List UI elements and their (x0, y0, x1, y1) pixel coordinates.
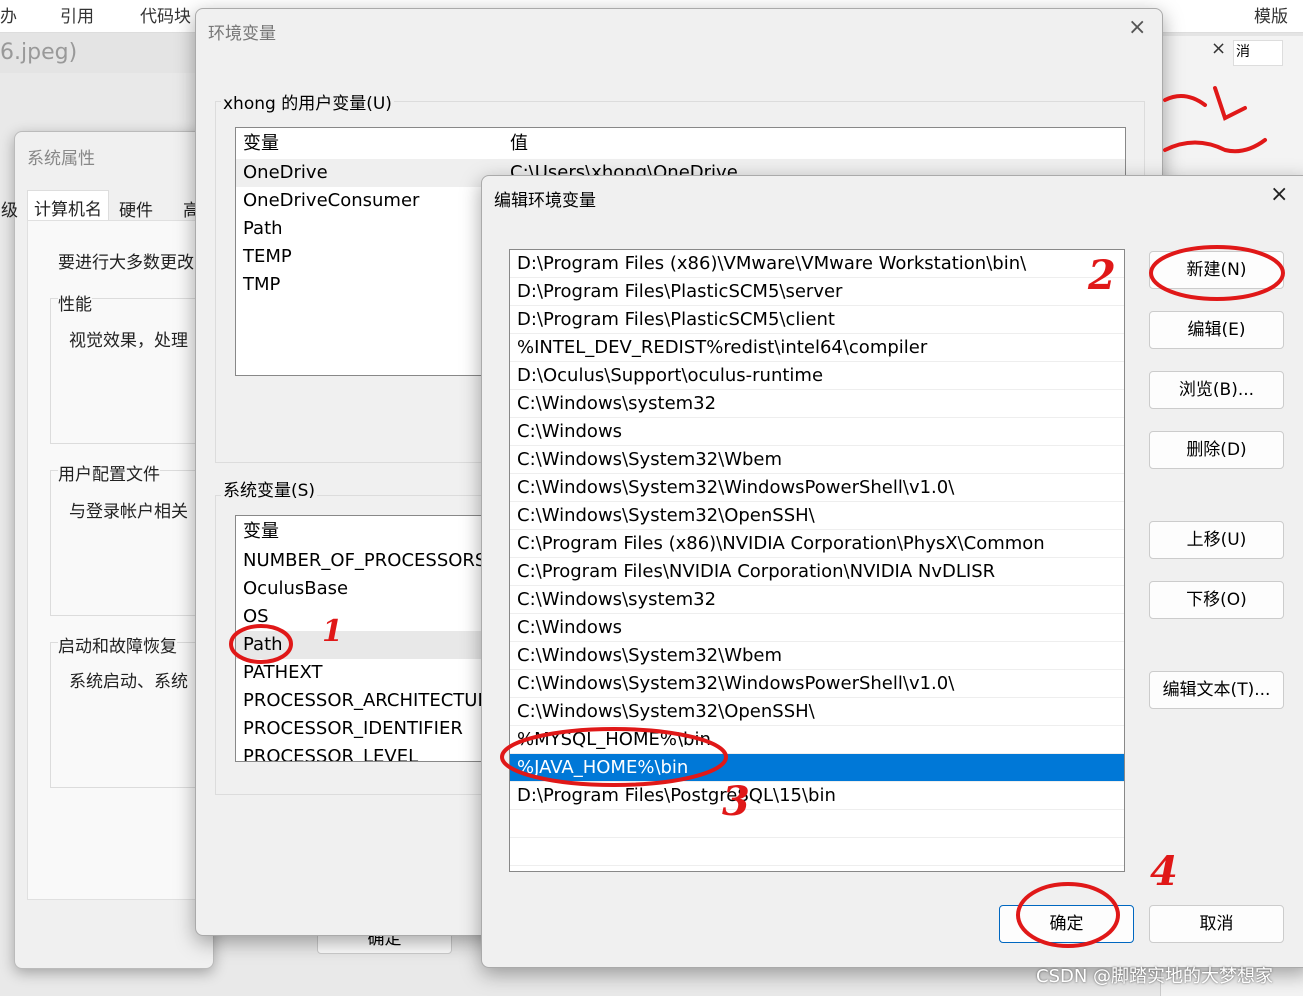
path-list[interactable]: D:\Program Files (x86)\VMware\VMware Wor… (509, 249, 1125, 872)
new-button[interactable]: 新建(N) (1149, 251, 1284, 289)
path-item[interactable]: D:\Program Files\PlasticSCM5\server (510, 278, 1124, 306)
browse-button[interactable]: 浏览(B)... (1149, 371, 1284, 409)
table-header: 变量值 (236, 128, 1125, 159)
performance-text: 视觉效果，处理 (69, 331, 188, 351)
path-item[interactable]: C:\Program Files\NVIDIA Corporation\NVID… (510, 558, 1124, 586)
path-item[interactable]: %INTEL_DEV_REDIST%redist\intel64\compile… (510, 334, 1124, 362)
profile-text: 与登录帐户相关 (69, 502, 188, 522)
dialog-title: 编辑环境变量 (494, 191, 596, 211)
edit-text-button[interactable]: 编辑文本(T)... (1149, 671, 1284, 709)
path-item[interactable]: C:\Windows (510, 614, 1124, 642)
menu-item-codeblock[interactable]: 代码块 (140, 2, 191, 27)
delete-button[interactable]: 删除(D) (1149, 431, 1284, 469)
var-name: TEMP (243, 246, 292, 267)
path-item[interactable]: C:\Windows\System32\Wbem (510, 446, 1124, 474)
path-item[interactable]: C:\Windows\system32 (510, 390, 1124, 418)
var-name: TMP (243, 274, 281, 295)
var-name: OneDriveConsumer (243, 190, 420, 211)
annotation-step-3: 3 (722, 778, 750, 825)
var-name: Path (243, 218, 283, 239)
system-vars-label: 系统变量(S) (221, 476, 318, 501)
path-item[interactable]: %MYSQL_HOME%\bin (510, 726, 1124, 754)
menu-item[interactable]: 办 (0, 2, 17, 27)
path-item[interactable]: C:\Windows\System32\OpenSSH\ (510, 502, 1124, 530)
performance-label: 性能 (58, 290, 92, 315)
column-header-variable[interactable]: 变量 (243, 128, 510, 159)
cancel-button[interactable]: 消 (1233, 40, 1283, 66)
path-item[interactable]: C:\Windows (510, 418, 1124, 446)
close-icon[interactable]: × (1211, 38, 1226, 59)
path-item-empty[interactable] (510, 810, 1124, 838)
path-item[interactable]: C:\Windows\System32\Wbem (510, 642, 1124, 670)
tab-hardware[interactable]: 硬件 (119, 196, 153, 221)
path-item[interactable]: C:\Windows\system32 (510, 586, 1124, 614)
intro-text: 要进行大多数更改 (58, 253, 194, 273)
path-item[interactable]: C:\Program Files (x86)\NVIDIA Corporatio… (510, 530, 1124, 558)
close-icon[interactable]: × (1270, 182, 1288, 207)
move-up-button[interactable]: 上移(U) (1149, 521, 1284, 559)
dialog-title: 系统属性 (27, 149, 95, 169)
column-header-value[interactable]: 值 (510, 128, 528, 159)
path-item[interactable]: D:\Program Files\PostgreSQL\15\bin (510, 782, 1124, 810)
edit-button[interactable]: 编辑(E) (1149, 311, 1284, 349)
annotation-step-1: 1 (322, 614, 343, 649)
startup-text: 系统启动、系统 (69, 672, 188, 692)
system-properties-dialog: 系统属性 级 计算机名 硬件 高 要进行大多数更改 性能 视觉效果，处理 用户配… (1, 131, 227, 969)
watermark: CSDN @脚踏实地的大梦想家 (1036, 966, 1274, 987)
tab-partial: 级 (1, 201, 18, 221)
startup-label: 启动和故障恢复 (58, 632, 177, 657)
path-item-empty[interactable] (510, 838, 1124, 866)
dialog-title: 环境变量 (208, 24, 276, 44)
close-icon[interactable]: × (1128, 15, 1146, 40)
annotation-step-2: 2 (1088, 252, 1116, 299)
annotation-step-4: 4 (1150, 848, 1178, 895)
profile-label: 用户配置文件 (58, 460, 160, 485)
var-name: OneDrive (243, 162, 328, 183)
file-name: 6.jpeg) (0, 40, 78, 65)
path-item-selected[interactable]: %JAVA_HOME%\bin (510, 754, 1124, 782)
path-item[interactable]: D:\Program Files (x86)\VMware\VMware Wor… (510, 250, 1124, 278)
menu-item-template[interactable]: 模版 (1254, 2, 1288, 27)
path-item[interactable]: C:\Windows\System32\WindowsPowerShell\v1… (510, 474, 1124, 502)
path-item[interactable]: D:\Oculus\Support\oculus-runtime (510, 362, 1124, 390)
path-item[interactable]: C:\Windows\System32\OpenSSH\ (510, 698, 1124, 726)
ok-button[interactable]: 确定 (999, 905, 1134, 943)
cancel-button[interactable]: 取消 (1149, 905, 1284, 943)
path-item[interactable]: C:\Windows\System32\WindowsPowerShell\v1… (510, 670, 1124, 698)
move-down-button[interactable]: 下移(O) (1149, 581, 1284, 619)
user-vars-label: xhong 的用户变量(U) (221, 89, 394, 114)
menu-item-quote[interactable]: 引用 (60, 2, 94, 27)
path-item[interactable]: D:\Program Files\PlasticSCM5\client (510, 306, 1124, 334)
column-header-variable[interactable]: 变量 (243, 521, 279, 542)
